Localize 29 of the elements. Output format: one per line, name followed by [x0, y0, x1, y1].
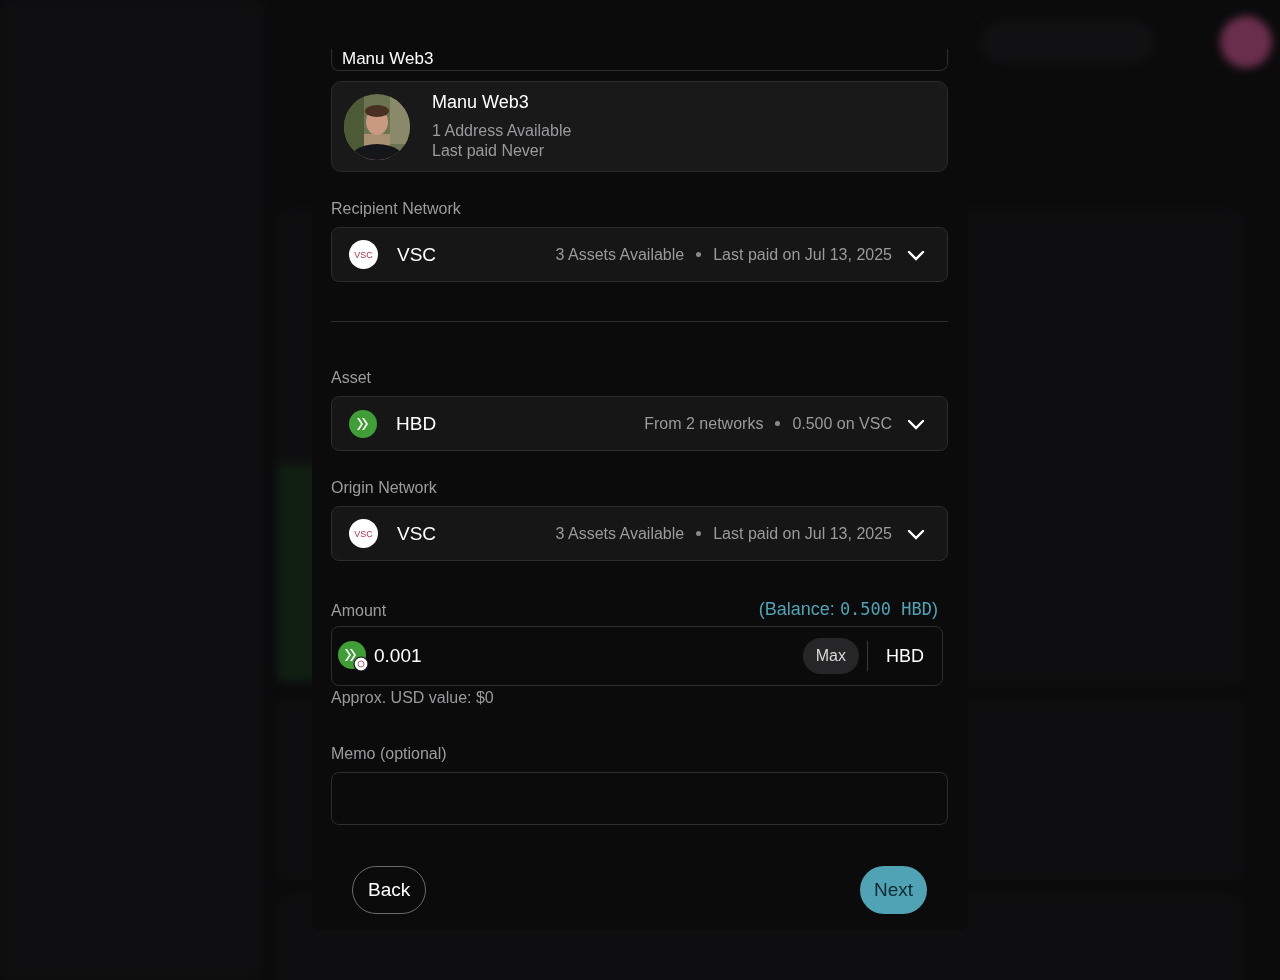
recipient-field[interactable]: Manu Web3 [331, 49, 948, 71]
back-button[interactable]: Back [352, 866, 427, 914]
chevron-down-icon [907, 527, 925, 540]
max-button[interactable]: Max [802, 638, 859, 674]
field-label: Amount [331, 602, 387, 620]
network-logo: VSC [349, 240, 378, 269]
unit-label: HBD [886, 645, 924, 667]
select-dropdown[interactable]: VSC VSC 3 Assets Available Last paid on Jul 13, 2025 [331, 506, 948, 561]
chevron-down-icon [907, 417, 925, 430]
amount-field[interactable]: 0.001 Max HBD [331, 626, 943, 686]
last-paid-text: Last paid Never [432, 141, 546, 161]
select-dropdown[interactable]: HBD From 2 networks 0.500 on VSC [331, 396, 948, 451]
token-icon [338, 641, 368, 671]
network-logo: VSC [349, 519, 378, 548]
address-count: 1 Address Available [432, 121, 572, 141]
contact-card[interactable]: Manu Web3 1 Address Available Last paid Never [331, 81, 948, 172]
token-icon [349, 409, 377, 438]
next-button[interactable]: Next [859, 866, 927, 914]
field-label: Asset [331, 369, 372, 387]
balance-text: (Balance: 0.500 HBD) [758, 599, 938, 620]
contact-name: Manu Web3 [432, 92, 530, 113]
field-label: Origin Network [331, 479, 438, 497]
avatar [1220, 16, 1272, 68]
chevron-down-icon [907, 248, 925, 261]
field-label: Memo (optional) [331, 745, 448, 763]
memo-field[interactable] [331, 772, 948, 825]
field-label: Recipient Network [331, 200, 462, 218]
usd-value-text: Approx. USD value: $0 [331, 689, 495, 707]
select-dropdown[interactable]: VSC VSC 3 Assets Available Last paid on Jul 13, 2025 [331, 227, 948, 282]
